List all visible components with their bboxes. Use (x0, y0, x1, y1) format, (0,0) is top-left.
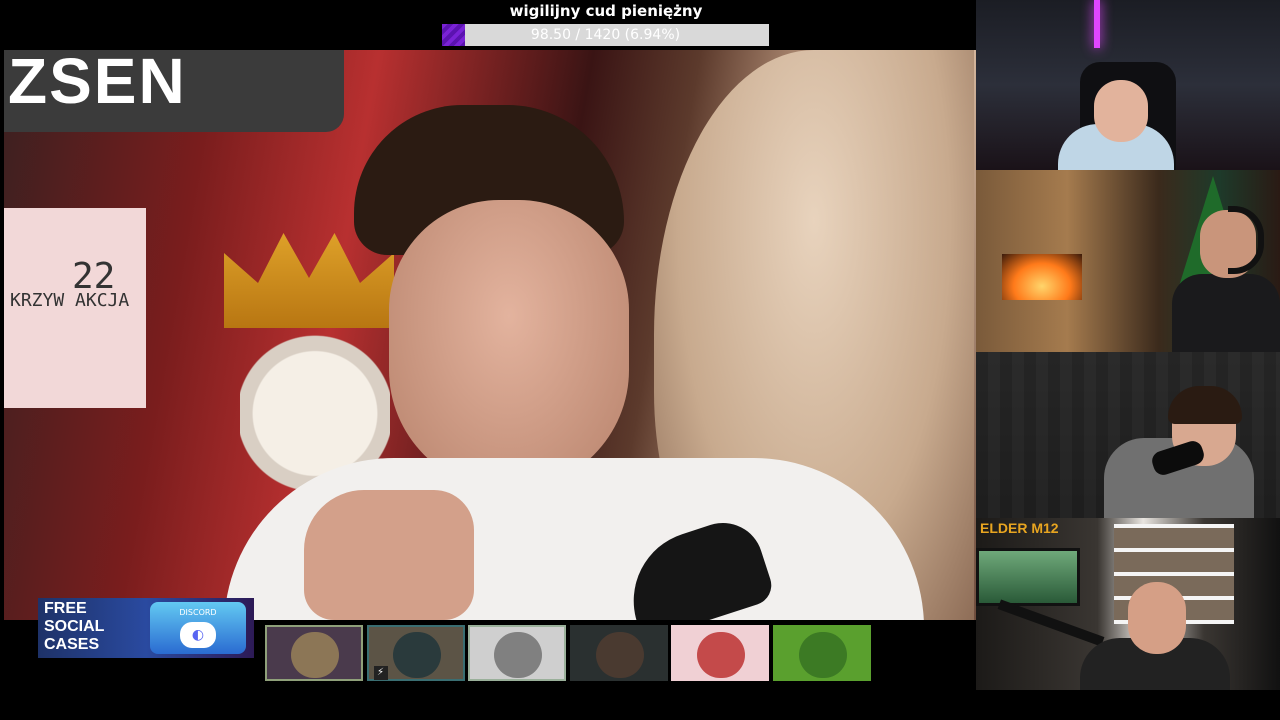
fireplace (1002, 254, 1082, 300)
cam-4-logo: ELDER M12 (980, 520, 1059, 536)
stream-goal-text: 98.50 / 1420 (6.94%) (530, 27, 681, 43)
car-avatar (494, 632, 542, 678)
cam-1[interactable] (976, 0, 1280, 170)
cam-4[interactable]: ELDER M12 (976, 518, 1280, 690)
aquarium (976, 548, 1080, 606)
cam-3[interactable] (976, 352, 1280, 518)
alert-tile-5[interactable] (671, 625, 769, 681)
cam-4-person-head (1128, 582, 1186, 654)
pepe-avatar (798, 632, 847, 678)
cam-1-person-head (1094, 80, 1148, 142)
discord-box-label: DISCORD (179, 608, 217, 617)
banner-line-1: FREE (44, 600, 87, 617)
main-video-feed[interactable]: ZSEN 22 KRZYW AKCJA (4, 50, 976, 620)
sign: ZSEN (4, 50, 344, 132)
alert-tile-2[interactable]: ⚡ (366, 625, 465, 681)
cam-2[interactable] (976, 170, 1280, 352)
stream-goal-title: wigilijny cud pieniężny (509, 2, 703, 20)
stream-goal-bar: 98.50 / 1420 (6.94%) (442, 24, 769, 46)
discord-icon: ◐ (180, 622, 216, 648)
banner-line-3: CASES (44, 636, 100, 653)
nfx-avatar (697, 632, 745, 678)
bolt-icon: ⚡ (373, 666, 388, 680)
cam-2-person-body (1172, 274, 1280, 352)
streamer-face (389, 200, 629, 490)
clapperboard-text: KRZYW AKCJA (10, 290, 130, 311)
sign-text: ZSEN (8, 50, 187, 117)
character-avatar (392, 632, 441, 678)
streamer-hand (304, 490, 474, 620)
alert-tile-3[interactable] (468, 625, 566, 681)
person-avatar (595, 632, 644, 678)
alert-tile-1[interactable] (265, 625, 363, 681)
banner-text: FREE SOCIAL CASES (44, 600, 134, 654)
alert-tile-4[interactable] (569, 625, 668, 681)
mic-arm (997, 599, 1105, 647)
face-avatar (291, 632, 339, 678)
alert-tile-6[interactable] (772, 625, 871, 681)
free-social-cases-banner[interactable]: FREE SOCIAL CASES DISCORD ◐ (38, 598, 254, 658)
neon-light (1094, 0, 1100, 48)
discord-box: DISCORD ◐ (150, 602, 246, 654)
banner-line-2: SOCIAL (44, 618, 105, 635)
headset-icon (1228, 206, 1264, 274)
